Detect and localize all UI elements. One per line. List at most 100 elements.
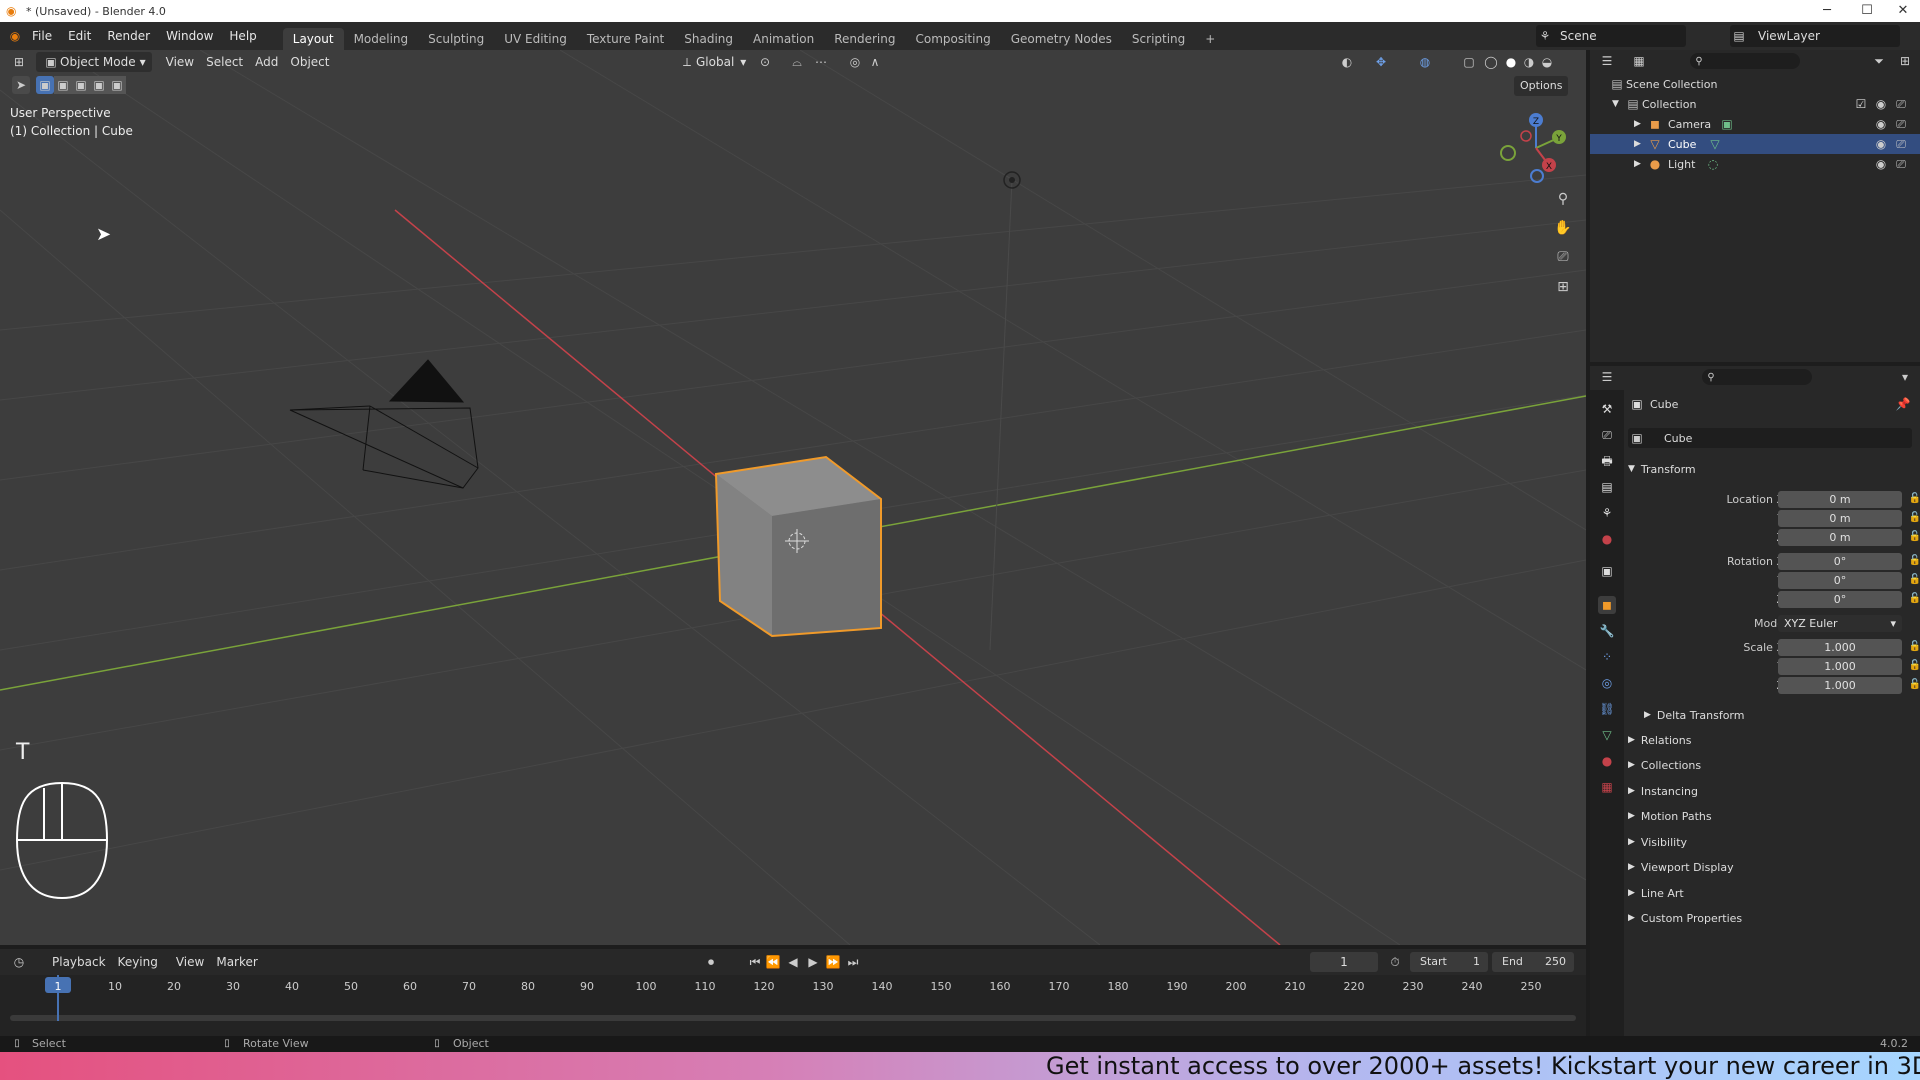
visibility-panel-header[interactable]: ▶ Visibility — [1628, 831, 1920, 853]
pan-hand-icon[interactable]: ✋ — [1554, 219, 1572, 237]
lock-icon[interactable]: 🔓 — [1906, 590, 1920, 608]
menu-file[interactable]: File — [24, 22, 60, 50]
viewport-menu-add[interactable]: Add — [249, 52, 284, 72]
render-camera-icon[interactable]: ⎚ — [1892, 115, 1910, 133]
next-keyframe-icon[interactable]: ⏩ — [824, 953, 842, 971]
relations-panel-header[interactable]: ▶ Relations — [1628, 729, 1920, 751]
camera-data-icon[interactable]: ▣ — [1718, 115, 1736, 133]
xray-icon[interactable]: ▢ — [1460, 53, 1478, 71]
tab-layout[interactable]: Layout — [282, 28, 344, 50]
visibility-eye-icon[interactable]: ◉ — [1872, 95, 1890, 113]
outliner-item-cube[interactable]: ▶ ▽ Cube ▽ ◉ ⎚ — [1590, 134, 1920, 154]
viewport-menu-view[interactable]: View — [160, 52, 200, 72]
current-frame-field[interactable]: 1 — [1310, 952, 1378, 972]
tab-modeling[interactable]: Modeling — [344, 28, 419, 50]
visibility-eye-icon[interactable]: ◉ — [1872, 115, 1890, 133]
chevron-right-icon[interactable]: ▶ — [1634, 159, 1646, 169]
visibility-selector-icon[interactable]: ◐ — [1338, 53, 1356, 71]
view-layer-tab-icon[interactable]: ▤ — [1598, 478, 1616, 496]
editor-type-icon[interactable]: ⊞ — [10, 53, 28, 71]
stopwatch-icon[interactable]: ⏱ — [1386, 953, 1404, 971]
line-art-panel-header[interactable]: ▶ Line Art — [1628, 882, 1920, 904]
record-icon[interactable]: ⏺ — [702, 953, 720, 971]
zoom-icon[interactable]: ⚲ — [1554, 190, 1572, 208]
viewport-display-panel-header[interactable]: ▶ Viewport Display — [1628, 856, 1920, 878]
options-button[interactable]: Options — [1514, 76, 1569, 96]
editor-type-icon[interactable]: ◷ — [10, 953, 28, 971]
mesh-data-icon[interactable]: ▽ — [1706, 135, 1724, 153]
select-new-icon[interactable]: ▣ — [36, 76, 54, 94]
location-x-field[interactable]: 0 m — [1778, 490, 1902, 508]
lock-icon[interactable]: 🔓 — [1906, 571, 1920, 589]
tab-texture-paint[interactable]: Texture Paint — [577, 28, 674, 50]
scale-z-field[interactable]: 1.000 — [1778, 676, 1902, 694]
solid-shading-icon[interactable]: ● — [1502, 53, 1520, 71]
tab-animation[interactable]: Animation — [743, 28, 824, 50]
maximize-icon[interactable]: ☐ — [1852, 0, 1882, 22]
view-layer-selector[interactable]: ▤ ViewLayer — [1730, 25, 1900, 47]
rotation-y-field[interactable]: 0° — [1778, 571, 1902, 589]
jump-end-icon[interactable]: ⏭ — [844, 953, 862, 971]
render-camera-icon[interactable]: ⎚ — [1892, 155, 1910, 173]
texture-tab-icon[interactable]: ▦ — [1598, 778, 1616, 796]
lock-icon[interactable]: 🔓 — [1906, 490, 1920, 508]
camera-view-icon[interactable]: ⎚ — [1554, 248, 1572, 266]
snap-icon[interactable]: ⌓ — [788, 53, 806, 71]
collections-panel-header[interactable]: ▶ Collections — [1628, 754, 1920, 776]
chevron-down-icon[interactable]: ▼ — [1612, 99, 1624, 109]
lock-icon[interactable]: 🔓 — [1906, 657, 1920, 675]
material-tab-icon[interactable]: ● — [1598, 752, 1616, 770]
lock-icon[interactable]: 🔓 — [1906, 638, 1920, 656]
wireframe-shading-icon[interactable]: ◯ — [1482, 53, 1500, 71]
3d-viewport[interactable]: ⊞ ▣ Object Mode ▾ View Select Add Object… — [0, 50, 1586, 945]
display-mode-icon[interactable]: ▦ — [1630, 52, 1648, 70]
menu-help[interactable]: Help — [221, 22, 264, 50]
tab-sculpting[interactable]: Sculpting — [418, 28, 494, 50]
tab-shading[interactable]: Shading — [674, 28, 743, 50]
select-tool-icon[interactable]: ➤ — [12, 76, 30, 94]
material-shading-icon[interactable]: ◑ — [1520, 53, 1538, 71]
start-frame-field[interactable]: Start 1 — [1410, 952, 1488, 972]
timeline-menu-keying[interactable]: Keying — [112, 952, 164, 972]
location-y-field[interactable]: 0 m — [1778, 509, 1902, 527]
tool-tab-icon[interactable]: ⚒ — [1598, 400, 1616, 418]
ortho-toggle-icon[interactable]: ⊞ — [1554, 278, 1572, 296]
visibility-eye-icon[interactable]: ◉ — [1872, 155, 1890, 173]
tab-compositing[interactable]: Compositing — [905, 28, 1000, 50]
constraints-tab-icon[interactable]: ⛓ — [1598, 700, 1616, 718]
scale-y-field[interactable]: 1.000 — [1778, 657, 1902, 675]
navigation-gizmo[interactable]: Z Y X — [1496, 106, 1576, 186]
render-camera-icon[interactable]: ⎚ — [1892, 135, 1910, 153]
chevron-right-icon[interactable]: ▶ — [1634, 119, 1646, 129]
rotation-mode-select[interactable]: XYZ Euler ▾ — [1778, 614, 1902, 632]
scale-x-field[interactable]: 1.000 — [1778, 638, 1902, 656]
scene-tab-icon[interactable]: ⚘ — [1598, 504, 1616, 522]
new-collection-icon[interactable]: ⊞ — [1896, 52, 1914, 70]
lock-icon[interactable]: 🔓 — [1906, 676, 1920, 694]
modifier-tab-icon[interactable]: 🔧 — [1598, 622, 1616, 640]
object-tab-icon[interactable]: ◼ — [1598, 596, 1616, 614]
falloff-icon[interactable]: ∧ — [866, 53, 884, 71]
close-icon[interactable]: ✕ — [1888, 0, 1918, 22]
lock-icon[interactable]: 🔓 — [1906, 528, 1920, 546]
prev-keyframe-icon[interactable]: ⏪ — [764, 953, 782, 971]
tab-geometry-nodes[interactable]: Geometry Nodes — [1001, 28, 1122, 50]
select-extend-icon[interactable]: ▣ — [54, 76, 72, 94]
particles-tab-icon[interactable]: ⁘ — [1598, 648, 1616, 666]
filter-icon[interactable]: ⏷ — [1870, 52, 1888, 70]
select-invert-icon[interactable]: ▣ — [90, 76, 108, 94]
add-workspace-button[interactable]: + — [1195, 28, 1225, 50]
data-tab-icon[interactable]: ▽ — [1598, 726, 1616, 744]
timeline-menu-view[interactable]: View — [170, 952, 210, 972]
world-tab-icon[interactable]: ● — [1598, 530, 1616, 548]
chevron-right-icon[interactable]: ▶ — [1634, 139, 1646, 149]
output-tab-icon[interactable]: 🖶 — [1598, 452, 1616, 470]
outliner-scene-collection[interactable]: ▤ Scene Collection — [1590, 74, 1920, 94]
rotation-z-field[interactable]: 0° — [1778, 590, 1902, 608]
timeline-menu-playback[interactable]: Playback — [46, 952, 112, 972]
tab-rendering[interactable]: Rendering — [824, 28, 905, 50]
select-subtract-icon[interactable]: ▣ — [72, 76, 90, 94]
cube-object[interactable] — [714, 455, 882, 638]
menu-render[interactable]: Render — [99, 22, 158, 50]
menu-window[interactable]: Window — [158, 22, 221, 50]
